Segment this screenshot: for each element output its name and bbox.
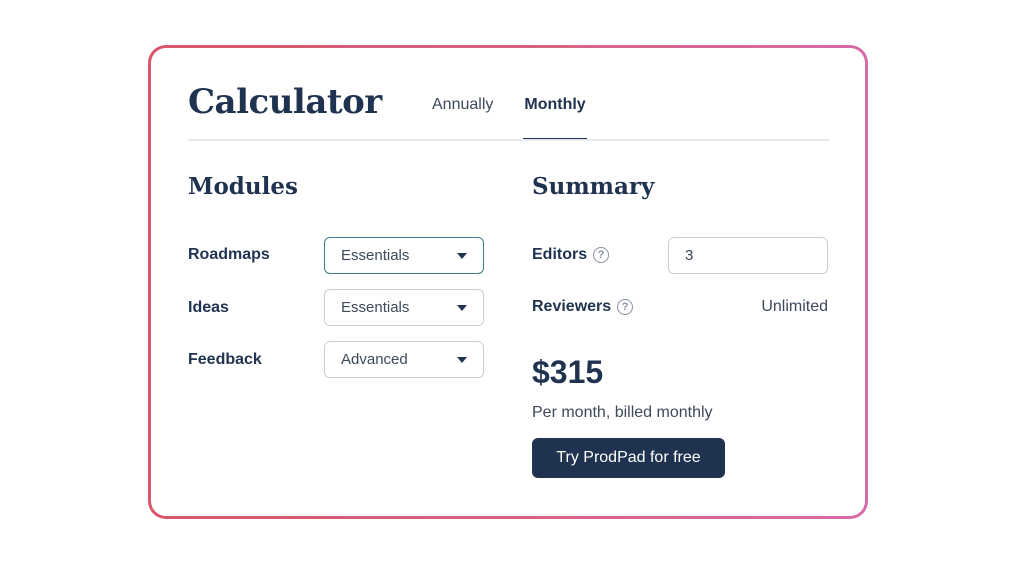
try-prodpad-button[interactable]: Try ProdPad for free [532,438,725,478]
summary-title: Summary [532,173,655,200]
roadmaps-select[interactable]: Essentials [324,237,484,274]
caret-down-icon [457,357,467,363]
roadmaps-label: Roadmaps [188,246,270,263]
editors-label-group: Editors ? [532,246,610,264]
billing-note: Per month, billed monthly [532,404,713,421]
question-mark-circle-icon[interactable]: ? [617,299,634,315]
ideas-select-value: Essentials [341,299,410,316]
caret-down-icon [457,305,467,311]
ideas-select[interactable]: Essentials [324,289,484,326]
editors-label: Editors [532,246,588,263]
editors-input[interactable] [668,237,828,274]
reviewers-label: Reviewers [532,298,612,315]
modules-title: Modules [188,173,298,200]
calculator-card: Calculator Annually Monthly Modules Road… [151,48,865,516]
tab-monthly[interactable]: Monthly [523,96,588,141]
feedback-label: Feedback [188,351,262,368]
page-title: Calculator [188,82,382,122]
ideas-label: Ideas [188,299,229,316]
feedback-select[interactable]: Advanced [324,341,484,378]
billing-period-tabs: Annually Monthly [432,96,588,141]
tab-annually[interactable]: Annually [432,96,493,140]
roadmaps-select-value: Essentials [341,247,410,264]
price-amount: $315 [532,354,604,390]
reviewers-value: Unlimited [761,298,828,315]
caret-down-icon [457,253,467,259]
header-divider [188,139,829,141]
calculator-card-border: Calculator Annually Monthly Modules Road… [148,45,868,519]
feedback-select-value: Advanced [341,351,408,368]
question-mark-circle-icon[interactable]: ? [593,247,610,263]
reviewers-label-group: Reviewers ? [532,298,634,316]
